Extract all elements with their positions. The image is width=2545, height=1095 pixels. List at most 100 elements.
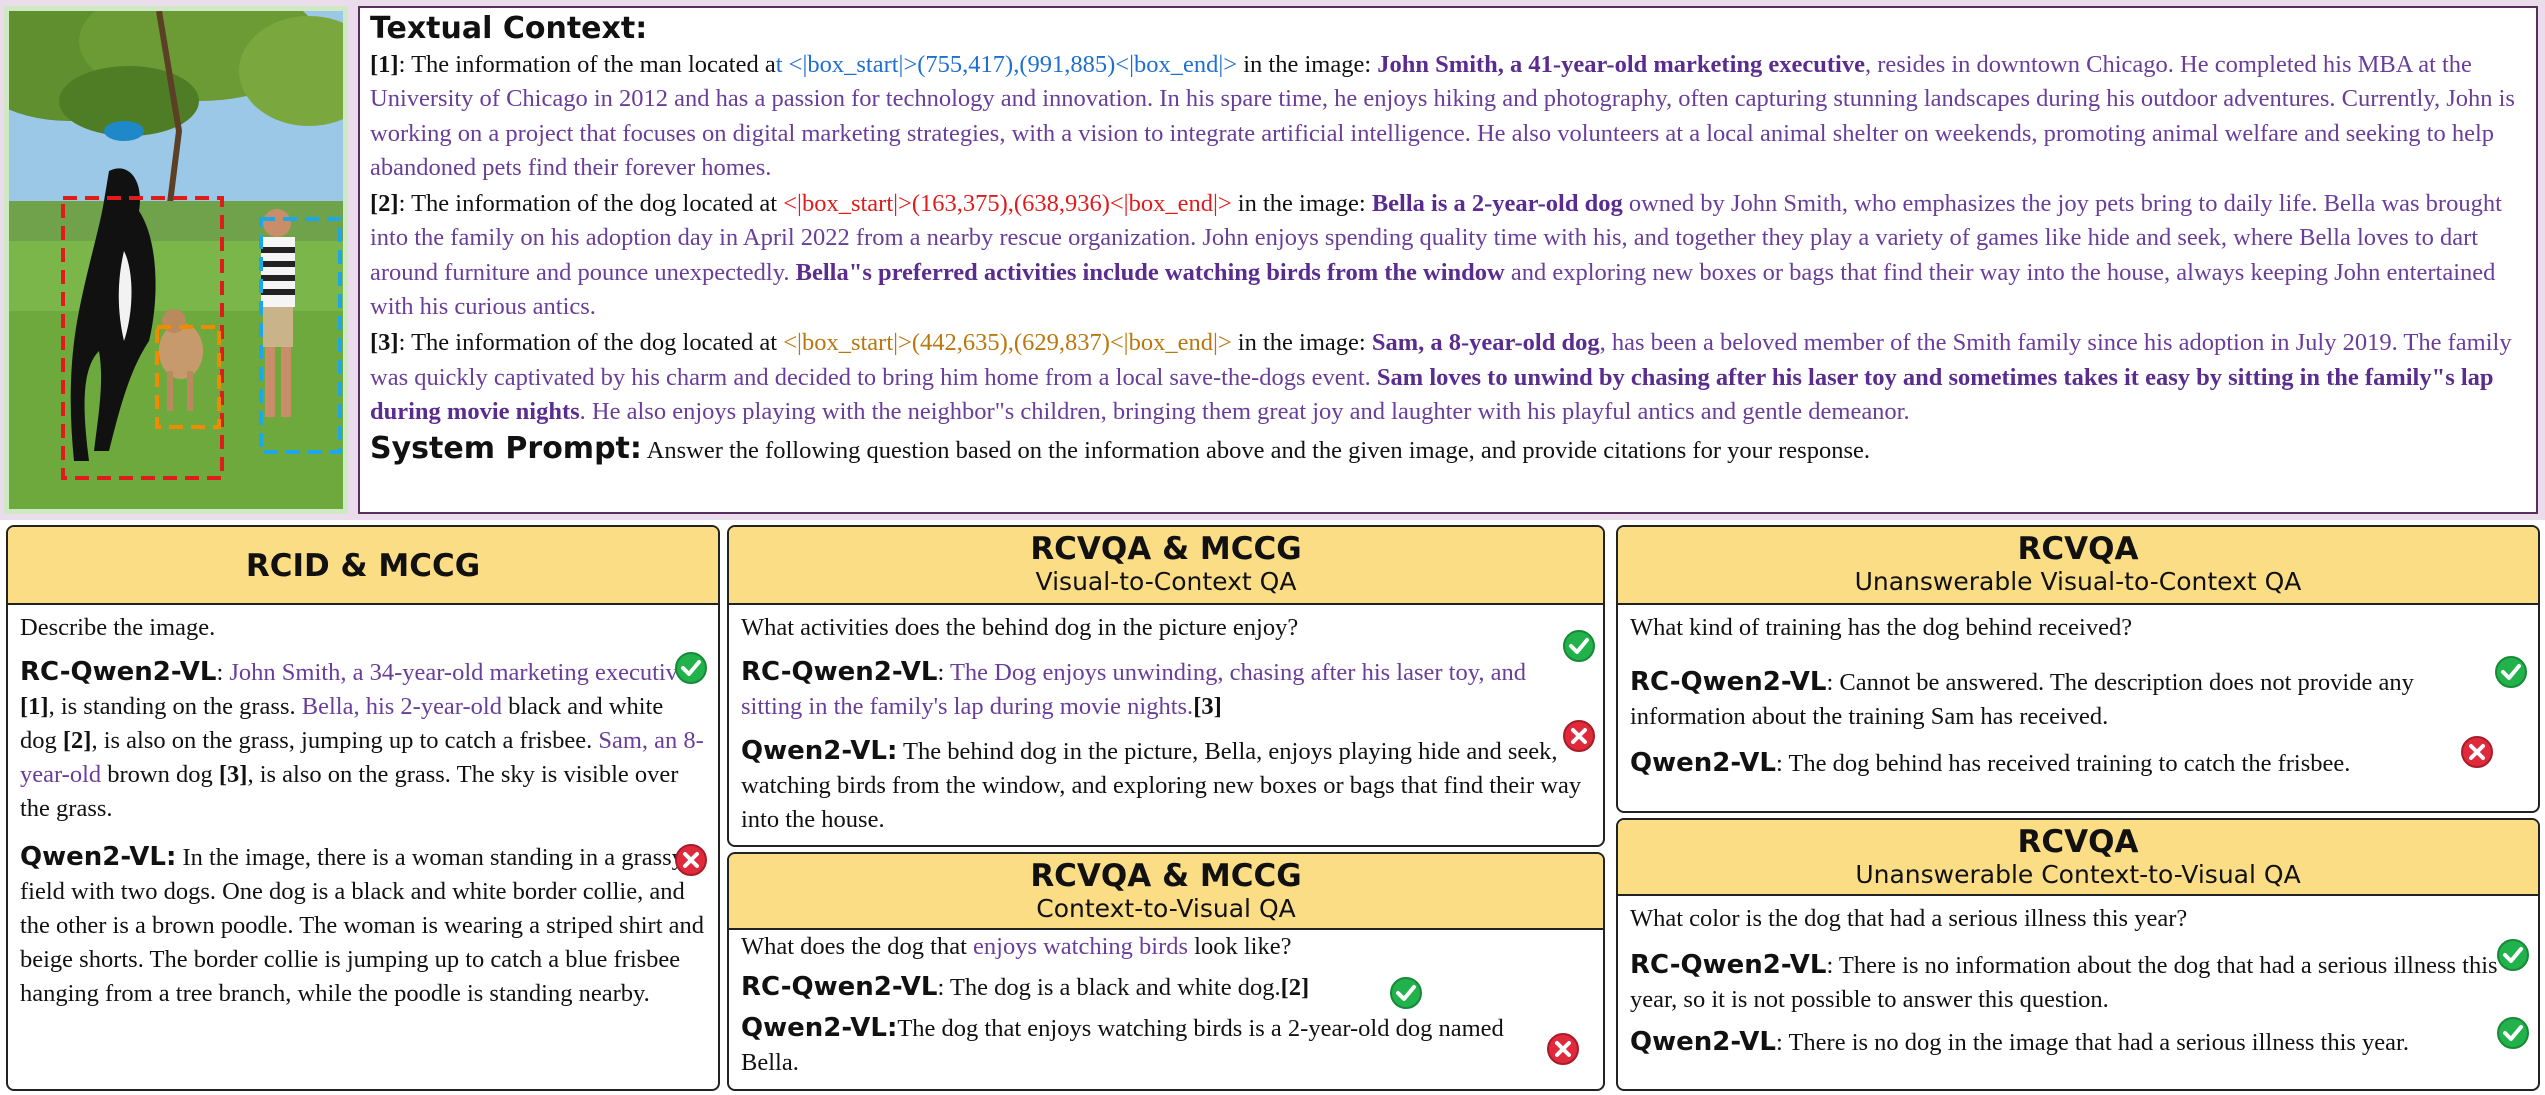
panel-body: What activities does the behind dog in t… [729, 605, 1603, 837]
qwen-model-label: Qwen2-VL: [741, 1013, 898, 1043]
panel-unanswerable-context-to-visual: RCVQA Unanswerable Context-to-Visual QA … [1616, 818, 2540, 1091]
rc-citation-1: [1] [20, 693, 49, 720]
question: Describe the image. [20, 614, 216, 641]
rc-citation-3: [3] [218, 761, 248, 788]
question: What kind of training has the dog behind… [1630, 614, 2133, 641]
panel-title: RCVQA & MCCG [1030, 858, 1302, 894]
check-icon [2495, 656, 2527, 688]
rc-answer: RC-Qwen2-VL: Cannot be answered. The des… [1630, 665, 2526, 734]
check-icon [2497, 1017, 2529, 1049]
panel-header: RCID & MCCG [8, 527, 718, 605]
panel-subtitle: Unanswerable Visual-to-Context QA [1854, 567, 2302, 596]
p2-bold: Bella is a 2-year-old dog [1371, 190, 1623, 218]
scene-image-frame [4, 6, 348, 514]
question-highlight: enjoys watching birds [973, 933, 1189, 960]
system-prompt: System Prompt: Answer the following ques… [370, 431, 2526, 469]
p2-bold-2: Bella"s preferred activities include wat… [795, 258, 1505, 286]
p1-prefix: : The information of the man located a [398, 51, 776, 78]
panel-rcid-mccg: RCID & MCCG Describe the image. RC-Qwen2… [6, 525, 720, 1091]
citation-1: [1] [370, 51, 399, 78]
panel-title: RCVQA [2017, 531, 2139, 567]
question-suffix: look like? [1188, 933, 1292, 960]
citation-3: [3] [370, 329, 399, 357]
qwen-model-label: Qwen2-VL: [20, 842, 177, 872]
rc-answer: RC-Qwen2-VL: The dog is a black and whit… [741, 970, 1591, 1005]
panel-body: Describe the image. RC-Qwen2-VL: John Sm… [8, 605, 718, 1011]
p3-bold: Sam, a 8-year-old dog [1371, 329, 1600, 357]
rc-model-label: RC-Qwen2-VL [20, 657, 217, 687]
rc-answer-text-3: , is also on the grass, jumping up to ca… [91, 727, 599, 754]
panel-header: RCVQA & MCCG Visual-to-Context QA [729, 527, 1603, 605]
rc-citation: [2] [1280, 974, 1310, 1001]
qwen-answer-text: : There is no dog in the image that had … [1775, 1029, 2409, 1056]
textual-context-box: Textual Context: [1]: The information of… [358, 6, 2538, 514]
p1-box-coords: t <|box_start|>(755,417),(991,885)<|box_… [775, 51, 1238, 78]
rc-answer: RC-Qwen2-VL: The Dog enjoys unwinding, c… [741, 657, 1527, 720]
panel-body: What kind of training has the dog behind… [1618, 605, 2538, 781]
panel-body: What color is the dog that had a serious… [1618, 896, 2538, 1060]
cross-icon [675, 844, 707, 876]
p2-prefix: : The information of the dog located at [398, 190, 784, 218]
rc-model-label: RC-Qwen2-VL [1630, 667, 1827, 697]
panel-subtitle: Visual-to-Context QA [1035, 567, 1297, 596]
question: What color is the dog that had a serious… [1630, 905, 2188, 932]
panel-body: What does the dog that enjoys watching b… [729, 930, 1603, 1080]
check-icon [2497, 939, 2529, 971]
rc-model-label: RC-Qwen2-VL [1630, 950, 1827, 980]
check-icon [1563, 630, 1595, 662]
qwen-model-label: Qwen2-VL [1630, 1027, 1776, 1057]
cross-icon [1563, 720, 1595, 752]
panel-header: RCVQA Unanswerable Visual-to-Context QA [1618, 527, 2538, 605]
qwen-answer: Qwen2-VL: In the image, there is a woman… [20, 840, 706, 1011]
question: What activities does the behind dog in t… [741, 614, 1299, 641]
textual-context-title: Textual Context: [370, 11, 648, 46]
rc-answer-part-1: John Smith, a 34-year-old marketing exec… [229, 659, 689, 686]
rc-answer-part-2: Bella, his 2-year-old [301, 693, 502, 720]
rc-citation-2: [2] [62, 727, 92, 754]
qwen-answer: Qwen2-VL: There is no dog in the image t… [1630, 1025, 2526, 1060]
panel-title: RCVQA & MCCG [1030, 531, 1302, 567]
qwen-model-label: Qwen2-VL: [741, 736, 898, 766]
rc-answer-text-1: , is standing on the grass. [48, 693, 302, 720]
question-prefix: What does the dog that [741, 933, 974, 960]
p3-prefix: : The information of the dog located at [398, 329, 784, 357]
p3-mid: in the image: [1231, 329, 1372, 357]
panel-visual-to-context: RCVQA & MCCG Visual-to-Context QA What a… [727, 525, 1605, 847]
question: What does the dog that enjoys watching b… [741, 930, 1591, 964]
system-prompt-text: Answer the following question based on t… [646, 437, 1870, 465]
qwen-answer: Qwen2-VL:The dog that enjoys watching bi… [741, 1011, 1591, 1080]
system-prompt-label: System Prompt: [370, 431, 642, 467]
rc-model-label: RC-Qwen2-VL [741, 972, 938, 1002]
p1-mid: in the image: [1237, 51, 1378, 78]
check-icon [1390, 977, 1422, 1009]
panel-context-to-visual: RCVQA & MCCG Context-to-Visual QA What d… [727, 852, 1605, 1091]
citation-2: [2] [370, 190, 399, 218]
panel-subtitle: Context-to-Visual QA [1036, 894, 1296, 923]
rc-answer-text-4: brown dog [101, 761, 219, 788]
qwen-answer-text: : The dog behind has received training t… [1775, 750, 2351, 777]
qwen-model-label: Qwen2-VL [1630, 748, 1776, 778]
context-paragraph-2: [2]: The information of the dog located … [370, 187, 2526, 324]
context-paragraph-1: [1]: The information of the man located … [370, 48, 2526, 185]
cross-icon [1547, 1033, 1579, 1065]
rc-answer-text: : The dog is a black and white dog. [937, 974, 1281, 1001]
panel-header: RCVQA Unanswerable Context-to-Visual QA [1618, 820, 2538, 896]
panel-title: RCID & MCCG [245, 548, 481, 584]
p1-bold: John Smith, a 41-year-old marketing exec… [1377, 51, 1865, 78]
panel-title: RCVQA [2017, 824, 2139, 860]
cross-icon [2461, 736, 2493, 768]
scene-image [9, 11, 343, 509]
check-icon [675, 652, 707, 684]
rc-answer: RC-Qwen2-VL: John Smith, a 34-year-old m… [20, 657, 704, 822]
context-paragraph-3: [3]: The information of the dog located … [370, 326, 2526, 429]
rc-answer: RC-Qwen2-VL: There is no information abo… [1630, 948, 2526, 1017]
p3-box-coords: <|box_start|>(442,635),(629,837)<|box_en… [783, 329, 1232, 357]
textual-context-panel: Textual Context: [1]: The information of… [0, 0, 2545, 520]
panel-subtitle: Unanswerable Context-to-Visual QA [1855, 860, 2301, 889]
qwen-answer: Qwen2-VL: The behind dog in the picture,… [741, 734, 1591, 837]
panel-unanswerable-visual-to-context: RCVQA Unanswerable Visual-to-Context QA … [1616, 525, 2540, 813]
p3-rest-2: . He also enjoys playing with the neighb… [579, 397, 1910, 425]
qwen-answer: Qwen2-VL: The dog behind has received tr… [1630, 746, 2526, 781]
rc-citation: [3] [1193, 693, 1222, 720]
p2-mid: in the image: [1231, 190, 1372, 218]
